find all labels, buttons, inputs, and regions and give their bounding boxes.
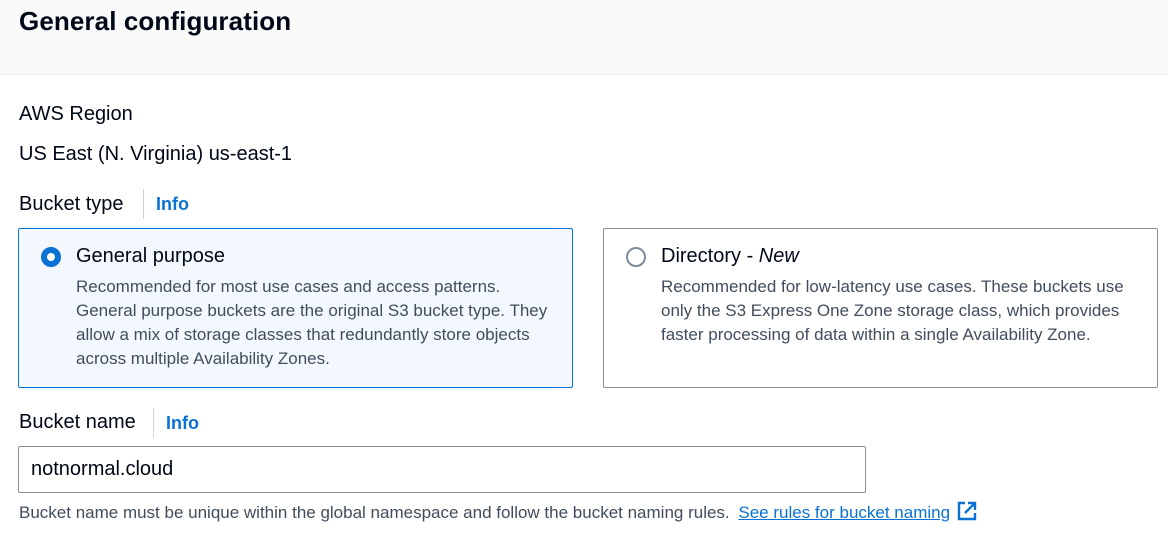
region-label: AWS Region (19, 103, 133, 125)
section-header: General configuration (0, 0, 1168, 75)
option-title: Directory - New (661, 245, 799, 267)
radio-selected-icon[interactable] (41, 247, 61, 267)
bucket-type-label: Bucket type (19, 193, 124, 215)
bucket-type-option-directory[interactable]: Directory - New Recommended for low-late… (603, 228, 1158, 388)
option-description: Recommended for low-latency use cases. T… (661, 277, 1124, 344)
bucket-name-help: Bucket name must be unique within the gl… (19, 500, 978, 527)
radio-unselected-icon[interactable] (626, 247, 646, 267)
help-text: Bucket name must be unique within the gl… (19, 503, 730, 522)
option-title: General purpose (76, 245, 225, 267)
external-link-icon[interactable] (956, 500, 978, 527)
bucket-name-label: Bucket name (19, 411, 136, 433)
section-title: General configuration (19, 6, 292, 36)
region-value: US East (N. Virginia) us-east-1 (19, 143, 293, 165)
option-description: Recommended for most use cases and acces… (76, 277, 548, 368)
link-label: See rules for bucket naming (738, 503, 951, 522)
bucket-type-option-general-purpose[interactable]: General purpose Recommended for most use… (18, 228, 573, 388)
bucket-naming-rules-link[interactable]: See rules for bucket naming (738, 503, 950, 522)
new-badge: New (758, 245, 799, 267)
bucket-name-input[interactable] (18, 446, 866, 493)
bucket-name-info-link[interactable]: Info (153, 408, 199, 438)
bucket-type-info-link[interactable]: Info (143, 189, 189, 219)
